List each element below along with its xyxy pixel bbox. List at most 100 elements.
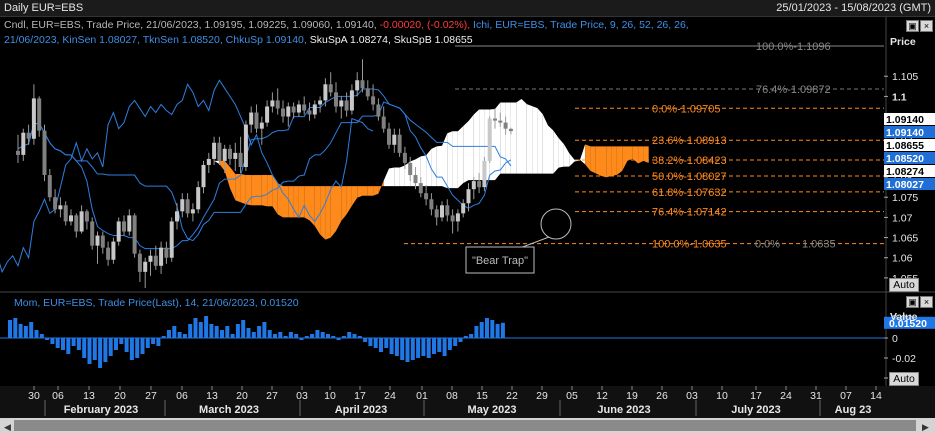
time-month-label: February 2023 <box>64 404 139 416</box>
momentum-bar <box>341 336 346 338</box>
momentum-bar <box>29 322 34 338</box>
candle-body <box>159 247 164 266</box>
momentum-bar <box>262 322 267 338</box>
momentum-bar <box>246 328 251 338</box>
ichimoku-cloud-segment <box>272 175 278 215</box>
momentum-bar <box>172 326 177 338</box>
value-auto-button[interactable]: Auto <box>889 372 919 386</box>
horizontal-scrollbar-thumb[interactable] <box>14 420 916 431</box>
momentum-bar <box>437 338 442 352</box>
ichimoku-cloud-segment <box>553 130 559 174</box>
momentum-bar <box>193 318 198 338</box>
ichimoku-cloud-segment <box>495 102 501 181</box>
time-day-label: 20 <box>236 390 248 402</box>
momentum-bar <box>220 330 224 338</box>
momentum-bar <box>379 338 383 352</box>
time-month-label: March 2023 <box>199 404 259 416</box>
candle-body <box>440 205 444 218</box>
momentum-bar <box>299 338 304 340</box>
momentum-bar <box>310 334 315 338</box>
momentum-bar <box>315 330 320 338</box>
candle-body <box>307 110 312 115</box>
momentum-bar <box>204 316 209 338</box>
bear-trap-connector <box>519 236 550 249</box>
momentum-bar <box>103 338 108 362</box>
momentum-bar <box>389 338 394 354</box>
price-auto-button[interactable]: Auto <box>889 278 919 292</box>
chikou-line <box>0 79 374 274</box>
time-day-label: 27 <box>266 390 278 402</box>
fib-level-label: 38.2%-1.08423 <box>652 155 727 167</box>
momentum-bar <box>257 326 262 338</box>
ichimoku-cloud-segment <box>367 186 374 196</box>
candle-body <box>265 106 270 123</box>
momentum-bar <box>500 322 505 338</box>
time-day-label: 29 <box>536 390 548 402</box>
candle-body <box>222 148 227 161</box>
momentum-bar <box>278 332 283 338</box>
momentum-bar <box>50 338 55 344</box>
candle-body <box>334 92 338 107</box>
time-month-label: June 2023 <box>597 404 650 416</box>
fib-level-label: 23.6%-1.08913 <box>652 135 727 147</box>
time-day-label: 17 <box>750 390 762 402</box>
ichimoku-cloud-segment <box>622 146 628 171</box>
momentum-bar <box>135 338 140 358</box>
price-tick-label: 1.075 <box>892 192 918 204</box>
fib-upper-100: 100.0%-1.1096 <box>756 41 831 53</box>
candle-body <box>424 193 429 200</box>
candle-body <box>196 187 201 210</box>
candle-body <box>116 221 121 242</box>
candle-body <box>413 175 418 184</box>
candle-body <box>243 124 248 167</box>
candle-body <box>270 100 275 107</box>
candle-body <box>434 209 439 218</box>
time-day-label: 26 <box>656 390 668 402</box>
momentum-bar <box>442 338 447 356</box>
ichimoku-cloud-segment <box>219 160 225 172</box>
fib-level-label: 76.4%-1.07142 <box>652 207 727 219</box>
momentum-bar <box>363 338 368 342</box>
momentum-bar <box>273 334 277 338</box>
momentum-bar <box>495 324 500 338</box>
momentum-bar <box>34 330 39 338</box>
candle-body <box>185 199 190 214</box>
ichimoku-cloud-segment <box>230 166 236 201</box>
candle-body <box>402 152 407 163</box>
momentum-bar <box>98 338 103 368</box>
momentum-bar <box>129 338 134 360</box>
ichimoku-cloud-segment <box>611 146 617 176</box>
ichimoku-cloud-segment <box>532 106 538 174</box>
candle-body <box>493 118 497 121</box>
candle-body <box>42 130 47 176</box>
momentum-bar <box>151 338 156 344</box>
time-day-label: 13 <box>83 390 95 402</box>
price-chart[interactable]: 0.0%-1.09705 23.6%-1.08913 38.2%-1.08423 50… <box>0 0 935 433</box>
ichimoku-cloud-segment <box>569 153 575 167</box>
time-day-label: 08 <box>446 390 458 402</box>
momentum-bar <box>145 338 150 348</box>
ichimoku-cloud-segment <box>346 186 352 215</box>
candle-body <box>392 134 397 145</box>
candle-body <box>16 150 20 155</box>
momentum-bar <box>251 332 256 338</box>
time-day-label: 17 <box>354 390 366 402</box>
momentum-bar <box>23 326 28 338</box>
ichimoku-cloud-segment <box>521 99 527 174</box>
candle-body <box>397 134 402 153</box>
momentum-bar <box>82 338 87 358</box>
momentum-bar <box>421 338 426 356</box>
ichimoku-cloud-segment <box>500 102 506 174</box>
candle-body <box>74 215 79 232</box>
candle-body <box>21 132 26 155</box>
ichimoku-cloud-segment <box>585 144 591 171</box>
ichimoku-cloud-segment <box>436 145 442 187</box>
candle-body <box>53 197 58 210</box>
candle-body <box>148 255 153 262</box>
ichimoku-cloud-segment <box>526 104 533 174</box>
ichimoku-cloud-segment <box>378 180 384 194</box>
candle-body <box>408 162 413 176</box>
candle-body <box>376 104 381 117</box>
candle-body <box>228 148 232 159</box>
candle-body <box>503 122 508 129</box>
